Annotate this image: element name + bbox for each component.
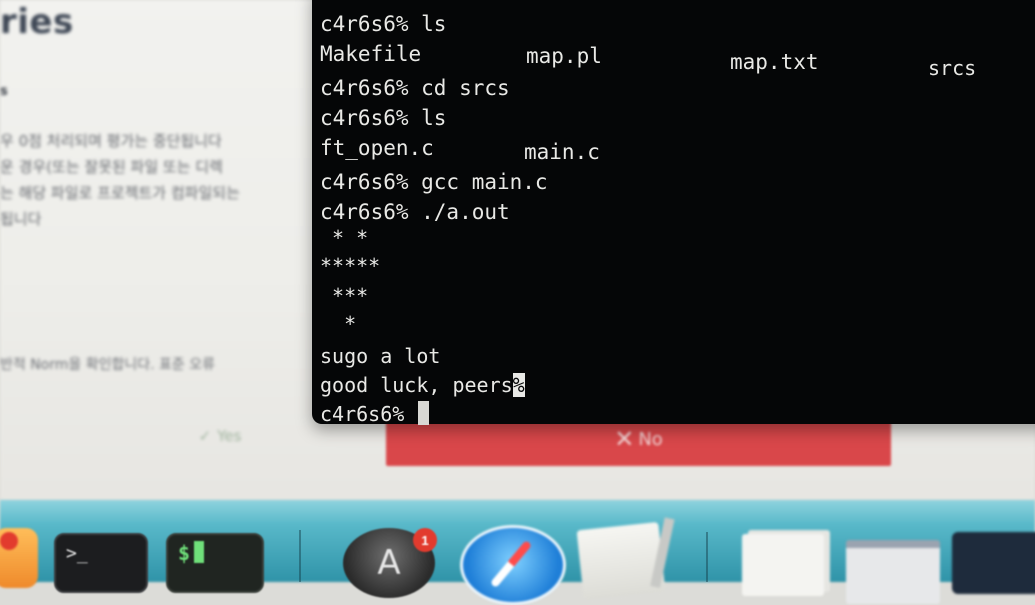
file-entry: Makefile: [320, 42, 422, 66]
dock-safari[interactable]: [460, 525, 566, 605]
paragraph-line: 운 경우(또는 잘못된 파일 또는 디렉: [0, 158, 223, 176]
terminal-line: good luck, peers%: [320, 371, 525, 399]
app-icon: [0, 532, 18, 550]
section-subheading: s: [0, 84, 8, 99]
paragraph-line: 됩니다: [0, 210, 42, 228]
dock-separator: [706, 532, 708, 582]
terminal-line: sugo a lot: [320, 344, 441, 368]
console-icon: $: [178, 541, 191, 565]
dock-window-thumbnail[interactable]: [846, 540, 940, 604]
safari-icon: [489, 539, 533, 589]
terminal-line: c4r6s6% ls: [320, 12, 447, 36]
terminal-line: *: [320, 312, 357, 336]
dock-folder[interactable]: [952, 532, 1035, 594]
terminal-prompt-line[interactable]: c4r6s6%: [320, 400, 430, 428]
prompt: c4r6s6%: [320, 402, 417, 426]
terminal-line: *****: [320, 254, 381, 278]
instructions-paragraph: 우 0점 처리되며 평가는 중단됩니다 운 경우(또는 잘못된 파일 또는 디렉…: [0, 128, 330, 232]
terminal-line: c4r6s6% gcc main.c: [320, 170, 548, 194]
yes-label: Yes: [217, 427, 242, 445]
dock-app-store[interactable]: A 1: [343, 528, 437, 598]
terminal-line: * *: [320, 226, 369, 250]
terminal-output: c4r6s6% ls Makefile map.pl map.txt srcs …: [320, 0, 1035, 426]
dock-app-left[interactable]: [0, 528, 38, 588]
file-entry: map.pl: [526, 44, 602, 68]
terminal-window[interactable]: c4r6s6% ls Makefile map.pl map.txt srcs …: [312, 0, 1035, 426]
notification-badge: 1: [413, 528, 437, 552]
file-entry: main.c: [524, 140, 600, 164]
dock-terminal[interactable]: >_: [54, 533, 148, 593]
output-text: good luck, peers: [320, 373, 513, 397]
dock-separator: [299, 530, 301, 582]
dock-documents[interactable]: [742, 534, 824, 596]
paragraph-line: 우 0점 처리되며 평가는 중단됩니다: [0, 132, 222, 150]
directory-entry: srcs: [928, 56, 977, 80]
terminal-line: c4r6s6% ls: [320, 106, 447, 130]
norm-question: 반적 Norm을 확인합니다. 표준 오류: [0, 357, 215, 373]
no-newline-marker: %: [512, 373, 525, 397]
dock-textedit[interactable]: [576, 517, 675, 601]
ls-output-row: ft_open.c main.c: [320, 134, 1020, 164]
page-title: ries: [0, 2, 74, 42]
check-icon: ✓: [198, 427, 212, 445]
text-cursor: [418, 401, 430, 425]
terminal-icon: >_: [66, 543, 88, 564]
ls-output-row: Makefile map.pl map.txt srcs: [320, 40, 1020, 80]
no-label: No: [638, 428, 663, 450]
terminal-line: c4r6s6% ./a.out: [320, 200, 510, 224]
terminal-line: c4r6s6% cd srcs: [320, 76, 510, 100]
file-entry: ft_open.c: [320, 136, 434, 160]
close-icon: ✕: [614, 425, 635, 453]
dock-console[interactable]: $: [166, 533, 264, 593]
app-store-icon: A: [377, 543, 401, 583]
paragraph-line: 는 해당 파일로 프로젝트가 컴파일되는: [0, 184, 240, 202]
terminal-line: ***: [320, 284, 369, 308]
file-entry: map.txt: [730, 50, 819, 74]
